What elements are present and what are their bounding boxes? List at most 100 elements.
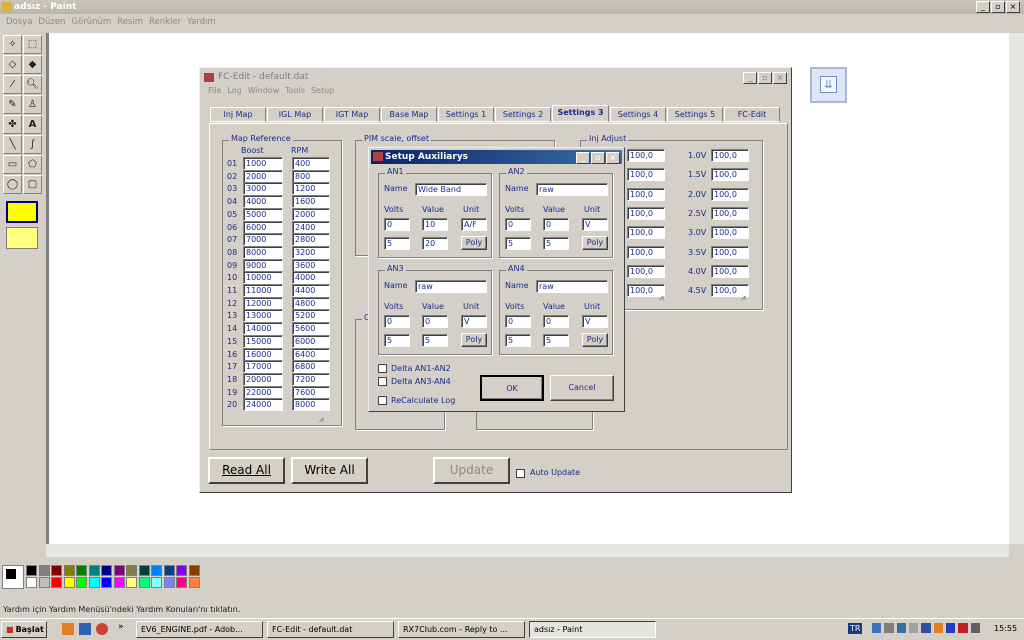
auto-update-checkbox[interactable] [516, 469, 525, 478]
magnifier-icon[interactable]: 🔍︎ [23, 75, 42, 94]
boost-input[interactable]: 17000 [243, 360, 283, 374]
fc-menu-window[interactable]: Window [248, 86, 280, 100]
rect-select-icon[interactable]: ⬚ [23, 35, 42, 54]
rpm-input[interactable]: 3600 [292, 258, 330, 272]
cancel-button[interactable]: Cancel [550, 375, 614, 401]
color-swatch[interactable] [188, 565, 200, 576]
ellipse-icon[interactable]: ◯ [3, 175, 22, 194]
inj-right-input[interactable]: 100,0 [711, 245, 749, 259]
read-all-button[interactable]: Read All [208, 457, 285, 484]
rpm-input[interactable]: 6800 [292, 360, 330, 374]
color-swatch[interactable] [163, 565, 175, 576]
color-swatch[interactable] [88, 565, 100, 576]
tray-icon-2[interactable] [884, 623, 894, 633]
text-icon[interactable]: A [23, 115, 42, 134]
vertical-scrollbar[interactable] [1009, 33, 1024, 544]
taskbar-item-paint[interactable]: adsız - Paint [529, 621, 656, 638]
boost-input[interactable]: 16000 [243, 347, 283, 361]
color-swatch[interactable] [51, 565, 62, 576]
color-swatch[interactable] [38, 565, 50, 576]
rpm-input[interactable]: 4000 [292, 271, 330, 285]
tab-igt-map[interactable]: IGT Map [324, 107, 380, 122]
value-max-input[interactable]: 20 [422, 237, 448, 250]
delta-an1-an2-checkbox[interactable] [378, 364, 387, 373]
color-swatch[interactable] [26, 577, 37, 588]
inj-left-input[interactable]: 100,0 [627, 187, 665, 201]
color-swatch[interactable] [126, 577, 137, 588]
tab-settings-4[interactable]: Settings 4 [610, 107, 666, 122]
menu-dosya[interactable]: Dosya [6, 17, 32, 27]
boost-input[interactable]: 13000 [243, 309, 283, 323]
inj-left-input[interactable]: 100,0 [627, 168, 665, 182]
value-max-input[interactable]: 5 [422, 334, 448, 347]
fc-maximize-button[interactable]: ▫ [758, 72, 772, 84]
minimize-button[interactable]: _ [976, 1, 990, 13]
rpm-input[interactable]: 2800 [292, 233, 330, 247]
boost-input[interactable]: 20000 [243, 372, 283, 386]
chevron-icon[interactable]: » [118, 622, 124, 632]
volts-max-input[interactable]: 5 [384, 334, 410, 347]
volts-min-input[interactable]: 0 [505, 218, 531, 231]
tab-igl-map[interactable]: IGL Map [267, 107, 323, 122]
ok-button[interactable]: OK [480, 375, 544, 401]
tab-base-map[interactable]: Base Map [381, 107, 437, 122]
boost-input[interactable]: 14000 [243, 322, 283, 336]
menu-yardim[interactable]: Yardım [187, 17, 216, 27]
scroll-down-icon[interactable]: ⇊ [810, 67, 847, 103]
fill-icon[interactable]: ◆ [23, 55, 42, 74]
tray-icon-8[interactable] [958, 623, 968, 633]
rpm-input[interactable]: 4400 [292, 284, 330, 297]
value-min-input[interactable]: 0 [543, 315, 569, 328]
taskbar-item-pdf[interactable]: EV6_ENGINE.pdf - Adob... [136, 621, 263, 638]
an-name-input[interactable]: Wide Band [415, 183, 487, 196]
boost-input[interactable]: 1000 [243, 157, 283, 170]
write-all-button[interactable]: Write All [291, 457, 368, 484]
tab-settings-1[interactable]: Settings 1 [438, 107, 494, 122]
volts-max-input[interactable]: 5 [505, 334, 531, 347]
rpm-input[interactable]: 2400 [292, 220, 330, 234]
color-swatch[interactable] [113, 565, 125, 576]
color-swatch[interactable] [63, 577, 75, 588]
boost-input[interactable]: 5000 [243, 207, 283, 221]
boost-input[interactable]: 2000 [243, 169, 283, 183]
rpm-input[interactable]: 800 [292, 169, 330, 183]
fc-menu-log[interactable]: Log [227, 86, 241, 100]
color-swatch[interactable] [88, 577, 100, 588]
maximize-button[interactable]: ▫ [991, 1, 1005, 13]
fc-menu-setup[interactable]: Setup [311, 86, 334, 100]
tab-settings-3[interactable]: Settings 3 [552, 105, 609, 122]
dialog-close-button[interactable]: × [606, 152, 620, 164]
taskbar-item-rx7club[interactable]: RX7Club.com - Reply to ... [398, 621, 525, 638]
recalculate-log-checkbox[interactable] [378, 396, 387, 405]
color-swatch[interactable] [51, 577, 62, 588]
unit-input[interactable]: V [582, 315, 608, 328]
fc-minimize-button[interactable]: _ [743, 72, 757, 84]
menu-resim[interactable]: Resim [117, 17, 143, 27]
tray-icon-4[interactable] [908, 623, 919, 633]
boost-input[interactable]: 8000 [243, 245, 283, 259]
inj-right-input[interactable]: 100,0 [711, 149, 749, 162]
update-button[interactable]: Update [433, 457, 510, 484]
rpm-input[interactable]: 1200 [292, 182, 330, 196]
color-swatch[interactable] [151, 577, 162, 588]
volts-min-input[interactable]: 0 [384, 218, 410, 231]
tab-fc-edit[interactable]: FC-Edit [724, 107, 780, 122]
menu-duzen[interactable]: Düzen [38, 17, 65, 27]
tab-settings-2[interactable]: Settings 2 [495, 107, 551, 122]
start-button[interactable]: ■ Başlat [1, 621, 47, 638]
inj-left-input[interactable]: 100,0 [627, 149, 665, 162]
tray-icon-6[interactable] [933, 623, 943, 633]
boost-input[interactable]: 6000 [243, 220, 283, 234]
rpm-input[interactable]: 6400 [292, 347, 330, 361]
value-min-input[interactable]: 0 [543, 218, 569, 231]
boost-input[interactable]: 3000 [243, 182, 283, 196]
boost-input[interactable]: 24000 [243, 398, 283, 412]
value-min-input[interactable]: 10 [422, 218, 448, 231]
rpm-input[interactable]: 7600 [292, 385, 330, 399]
color-swatch[interactable] [38, 577, 50, 588]
boost-input[interactable]: 10000 [243, 271, 283, 285]
color-swatch[interactable] [138, 577, 150, 588]
value-max-input[interactable]: 5 [543, 334, 569, 347]
horizontal-scrollbar[interactable] [46, 544, 1009, 557]
unit-input[interactable]: V [461, 315, 487, 328]
